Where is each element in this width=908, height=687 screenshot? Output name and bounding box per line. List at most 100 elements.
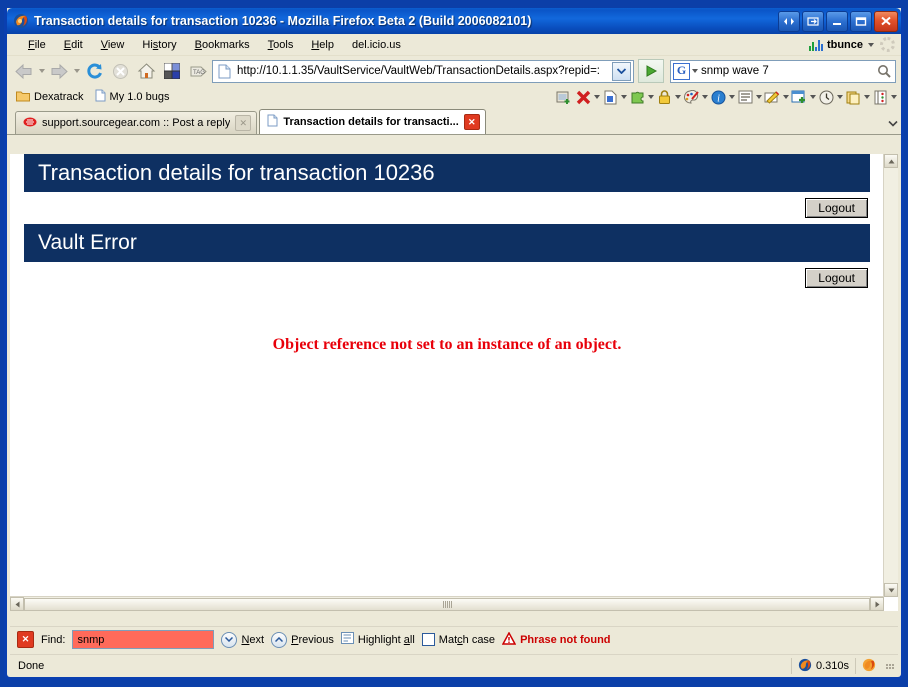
chevron-down-icon[interactable]	[864, 95, 870, 99]
clock-icon[interactable]	[817, 88, 835, 106]
menu-file[interactable]: File	[19, 37, 55, 53]
scroll-left-button[interactable]	[10, 597, 24, 611]
sourcegear-favicon	[23, 116, 37, 131]
find-status: Phrase not found	[501, 630, 611, 648]
url-dropdown-button[interactable]	[612, 61, 631, 81]
chevron-down-icon[interactable]	[594, 95, 600, 99]
info-icon[interactable]: i	[709, 88, 727, 106]
tab-strip: support.sourcegear.com :: Post a reply ✕…	[7, 108, 901, 135]
forward-dropdown-icon[interactable]	[74, 69, 80, 73]
search-bar[interactable]: G snmp wave 7	[670, 59, 896, 83]
find-input[interactable]: snmp	[72, 630, 215, 649]
forward-arrow-icon[interactable]	[47, 59, 71, 83]
clipboard-icon[interactable]	[844, 88, 862, 106]
find-next-button[interactable]: Next	[221, 631, 264, 648]
add-image-icon[interactable]	[555, 88, 573, 106]
url-bar[interactable]: http://10.1.1.35/VaultService/VaultWeb/T…	[212, 59, 634, 83]
puzzle-piece-icon[interactable]	[628, 88, 646, 106]
extension-toolbar-icons: i	[555, 86, 897, 108]
status-message: Done	[18, 660, 45, 672]
logout-button-top[interactable]: Logout	[805, 198, 868, 218]
chevron-down-icon[interactable]	[675, 95, 681, 99]
menu-view[interactable]: View	[92, 37, 134, 53]
horizontal-scrollbar[interactable]	[10, 596, 884, 611]
chevron-down-icon[interactable]	[729, 95, 735, 99]
bookmark-label: My 1.0 bugs	[109, 91, 170, 103]
chevron-down-icon[interactable]	[810, 95, 816, 99]
list-icon[interactable]	[736, 88, 754, 106]
maximize-button[interactable]	[850, 10, 872, 32]
chevron-down-icon	[221, 631, 238, 648]
logout-row-top: Logout	[10, 192, 884, 224]
menu-edit[interactable]: Edit	[55, 37, 92, 53]
error-title: Vault Error	[38, 231, 137, 254]
close-icon[interactable]: ✕	[17, 631, 34, 648]
close-icon[interactable]: ✕	[235, 115, 252, 131]
find-previous-button[interactable]: Previous	[271, 631, 334, 648]
status-firefox-icon-cell[interactable]	[855, 658, 882, 674]
back-arrow-icon[interactable]	[12, 59, 36, 83]
close-icon[interactable]: ✕	[463, 114, 480, 130]
chevron-down-icon[interactable]	[891, 95, 897, 99]
reload-icon[interactable]	[82, 59, 106, 83]
chevron-down-icon[interactable]	[756, 95, 762, 99]
logout-button-bottom[interactable]: Logout	[805, 268, 868, 288]
match-case-label: Match case	[438, 633, 496, 646]
menubar-right-group: tbunce	[808, 34, 895, 55]
red-x-icon[interactable]	[574, 88, 592, 106]
color-squares-icon[interactable]	[160, 59, 184, 83]
menu-help[interactable]: Help	[302, 37, 343, 53]
page-viewport: Transaction details for transaction 1023…	[10, 154, 898, 611]
back-dropdown-icon[interactable]	[39, 69, 45, 73]
tab-support-sourcegear[interactable]: support.sourcegear.com :: Post a reply ✕	[15, 111, 258, 134]
horizontal-scroll-thumb[interactable]	[24, 597, 870, 611]
chevron-up-icon	[271, 631, 288, 648]
web-page: Transaction details for transaction 1023…	[10, 154, 884, 597]
resize-horizontal-button[interactable]	[778, 10, 800, 32]
restore-session-button[interactable]	[802, 10, 824, 32]
menu-bookmarks[interactable]: Bookmarks	[186, 37, 259, 53]
chevron-down-icon	[868, 42, 874, 47]
firefox-icon	[798, 658, 812, 675]
padlock-icon[interactable]	[655, 88, 673, 106]
scroll-down-button[interactable]	[884, 583, 898, 597]
menu-history[interactable]: History	[133, 37, 185, 53]
go-button[interactable]	[638, 59, 664, 83]
account-menu[interactable]: tbunce	[808, 39, 874, 51]
vertical-scrollbar[interactable]	[883, 154, 898, 597]
home-icon[interactable]	[134, 59, 158, 83]
chevron-down-icon[interactable]	[783, 95, 789, 99]
magnifier-icon[interactable]	[874, 59, 894, 83]
checkbox-box	[421, 633, 435, 646]
tab-transaction-details[interactable]: Transaction details for transacti... ✕	[259, 109, 486, 134]
ruler-icon[interactable]	[871, 88, 889, 106]
chevron-down-icon[interactable]	[702, 95, 708, 99]
url-input[interactable]: http://10.1.1.35/VaultService/VaultWeb/T…	[237, 65, 608, 77]
menu-delicious[interactable]: del.icio.us	[343, 37, 410, 53]
chevron-down-icon[interactable]	[621, 95, 627, 99]
tab-label: support.sourcegear.com :: Post a reply	[42, 117, 231, 129]
minimize-button[interactable]	[826, 10, 848, 32]
menu-tools[interactable]: Tools	[259, 37, 303, 53]
resize-grip[interactable]	[886, 663, 894, 669]
pencil-icon[interactable]	[763, 88, 781, 106]
load-time-indicator[interactable]: 0.310s	[790, 658, 855, 675]
window-controls	[778, 10, 898, 32]
tag-icon[interactable]: TAG	[186, 59, 210, 83]
chevron-down-icon[interactable]	[837, 95, 843, 99]
chevron-down-icon[interactable]	[648, 95, 654, 99]
list-all-tabs-button[interactable]	[888, 118, 898, 130]
scroll-up-button[interactable]	[884, 154, 898, 168]
match-case-checkbox[interactable]: Match case	[421, 633, 496, 646]
page-title: Transaction details for transaction 1023…	[38, 160, 435, 185]
scroll-right-button[interactable]	[870, 597, 884, 611]
close-button[interactable]	[874, 10, 898, 32]
search-input[interactable]: snmp wave 7	[698, 65, 874, 77]
highlight-all-button[interactable]: Highlight all	[340, 632, 415, 647]
document-icon[interactable]	[601, 88, 619, 106]
new-window-icon[interactable]	[790, 88, 808, 106]
bookmark-my-bugs[interactable]: My 1.0 bugs	[91, 88, 174, 106]
bookmark-dexatrack[interactable]: Dexatrack	[12, 89, 88, 106]
palette-icon[interactable]	[682, 88, 700, 106]
status-bar: Done 0.310s	[10, 654, 898, 677]
